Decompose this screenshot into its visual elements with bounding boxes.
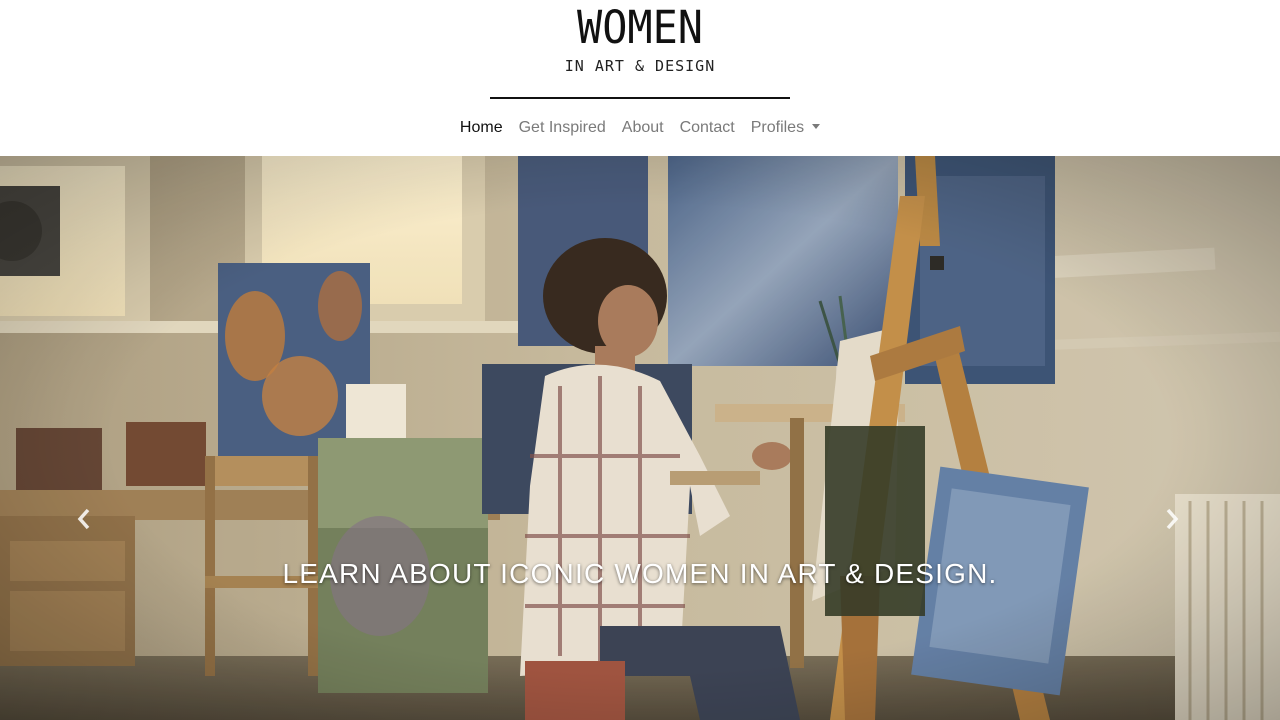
nav-profiles-dropdown[interactable]: Profiles — [743, 116, 828, 142]
carousel-prev-button[interactable] — [76, 508, 116, 548]
carousel-caption: LEARN ABOUT ICONIC WOMEN IN ART & DESIGN… — [282, 558, 998, 589]
nav-contact[interactable]: Contact — [672, 116, 743, 142]
caret-down-icon — [812, 124, 821, 129]
hero-image — [0, 156, 1280, 720]
chevron-right-icon — [1166, 508, 1179, 530]
main-nav: Home Get Inspired About Contact Profiles — [0, 116, 1280, 142]
logo-divider — [490, 97, 790, 99]
carousel-next-button[interactable] — [1164, 508, 1204, 548]
nav-about[interactable]: About — [614, 116, 672, 142]
nav-home[interactable]: Home — [452, 116, 511, 142]
chevron-left-icon — [77, 508, 90, 530]
hero-carousel: LEARN ABOUT ICONIC WOMEN IN ART & DESIGN… — [0, 156, 1280, 720]
logo-subtitle: IN ART & DESIGN — [564, 57, 716, 75]
nav-profiles-label: Profiles — [750, 119, 805, 136]
logo-title: WOMEN — [577, 1, 703, 54]
nav-get-inspired[interactable]: Get Inspired — [511, 116, 614, 142]
site-header: WOMEN IN ART & DESIGN Home Get Inspired … — [0, 0, 1280, 156]
